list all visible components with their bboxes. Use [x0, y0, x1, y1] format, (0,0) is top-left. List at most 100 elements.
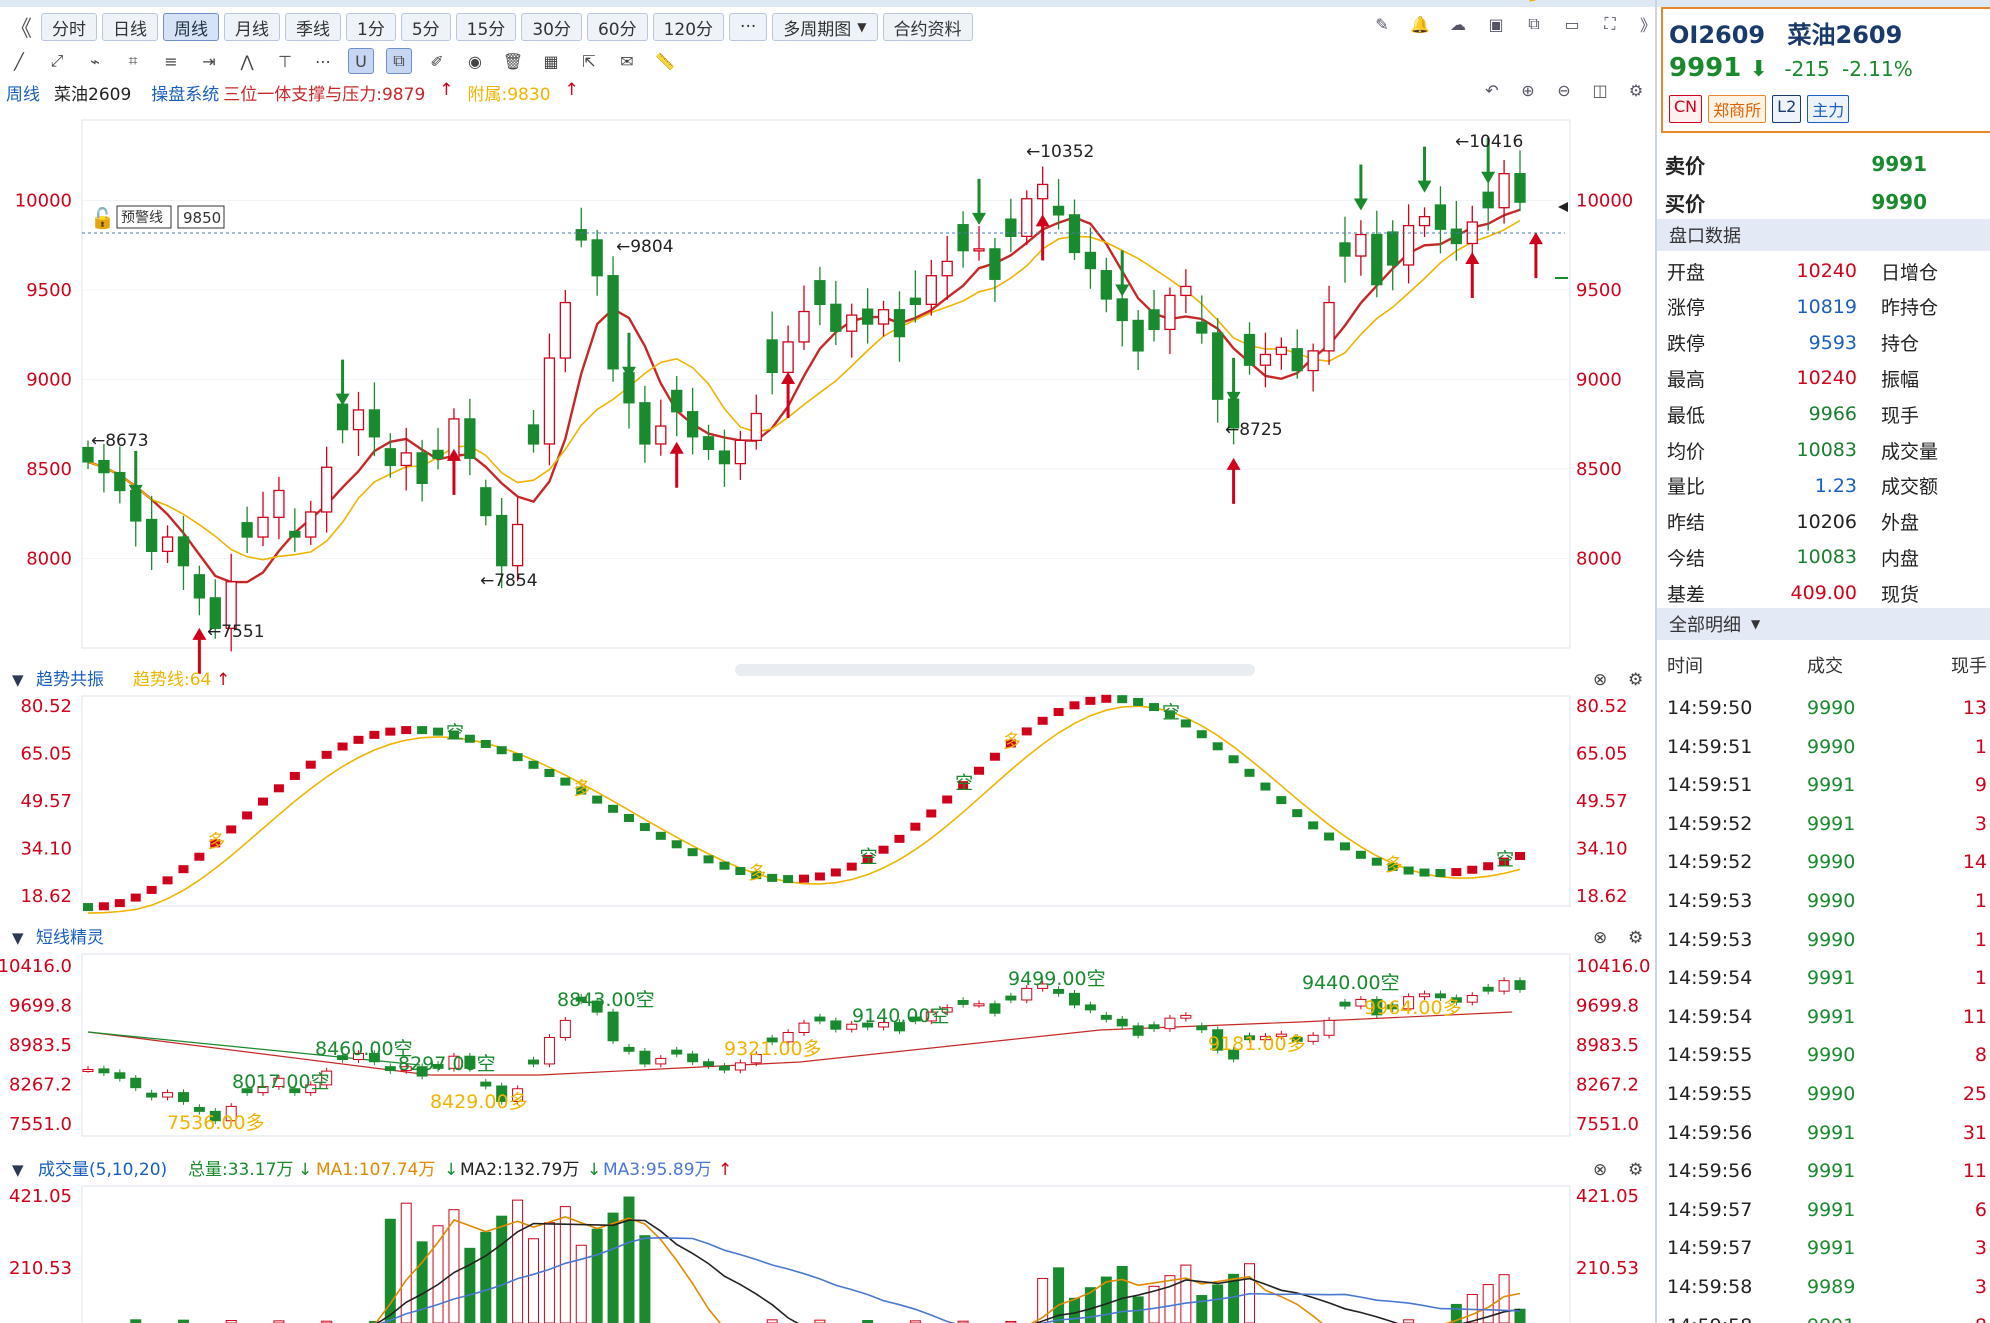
market-label: 跌停: [1667, 333, 1706, 356]
sell-signal-head: [972, 212, 987, 225]
volume-panel-header: ▼ 成交量(5,10,20) 总量:33.17万 ↓ MA1:107.74万 ↓…: [12, 1160, 1643, 1180]
candle-body: [1196, 321, 1208, 334]
short-label: 7536.00多: [167, 1112, 265, 1134]
trend-block: [910, 822, 921, 831]
collapse-icon[interactable]: ▼: [12, 929, 24, 947]
candle-body: [782, 341, 794, 374]
candle-body: [1068, 214, 1081, 254]
short-bar: [1498, 980, 1510, 992]
short-bar: [1164, 1017, 1176, 1030]
trend-block: [1021, 727, 1032, 736]
detail-header[interactable]: 全部明细 ▼: [1657, 608, 1990, 640]
alert-label-group: 🔓 预警线 9850: [90, 205, 225, 230]
trend-block: [1196, 730, 1207, 739]
trend-block: [353, 735, 364, 744]
trend-marker: 空: [1162, 702, 1180, 723]
candle-body: [161, 536, 174, 552]
tick-price: 9990: [1807, 697, 1856, 719]
collapse-icon[interactable]: ▼: [12, 1161, 24, 1179]
tick-price: 9990: [1807, 1083, 1856, 1105]
trend-block: [783, 875, 794, 884]
short-bar: [480, 1081, 492, 1087]
tick-price: 9989: [1807, 1276, 1856, 1298]
market-value: 1.23: [1814, 474, 1857, 497]
tick-row: 14:59:57 9991 3: [1657, 1230, 1990, 1266]
panel-settings-icon[interactable]: ⚙: [1628, 1160, 1643, 1180]
y-tick-right: 421.05: [1576, 1186, 1639, 1207]
tick-time: 14:59:53: [1667, 890, 1753, 912]
tick-row: 14:59:55 9990 25: [1657, 1076, 1990, 1112]
y-tick-left: 210.53: [9, 1258, 72, 1279]
main-chart-frame: [81, 119, 1571, 649]
chart-canvas[interactable]: 🔓 预警线 9850 ←8673 ←7551 ←7854 ←9804 ←1035…: [0, 0, 1652, 1323]
y-tick-left: 65.05: [20, 743, 72, 764]
trend-block: [1435, 869, 1446, 878]
trend-block: [1212, 742, 1223, 751]
lock-icon[interactable]: 🔓: [90, 206, 115, 230]
tick-hand: 14: [1962, 851, 1987, 874]
candle-body: [1037, 183, 1049, 200]
col-time: 时间: [1667, 656, 1703, 677]
short-bar: [1116, 1018, 1128, 1027]
short-bar: [1323, 1019, 1335, 1036]
tick-row: 14:59:52 9990 14: [1657, 844, 1990, 880]
trend-block: [1101, 694, 1112, 703]
trend-panel-frame: [81, 695, 1571, 907]
buy-signal-head: [1035, 214, 1050, 227]
close-panel-icon[interactable]: ⊗: [1593, 670, 1607, 690]
candle-body: [511, 523, 524, 567]
candle-body: [1243, 333, 1256, 366]
trend-block: [655, 831, 666, 840]
tick-time: 14:59:51: [1667, 774, 1753, 797]
market-right-label: 昨持仓: [1881, 297, 1939, 320]
volume-panel-title: 成交量(5,10,20): [38, 1160, 167, 1180]
candle-body: [1387, 231, 1399, 266]
volume-bar: [1164, 1275, 1176, 1323]
buy-signal-head: [1226, 457, 1241, 470]
market-right-label: 振幅: [1881, 368, 1920, 391]
trend-block: [417, 726, 428, 735]
short-label: 8297.00空: [398, 1053, 496, 1075]
candle-body: [1434, 204, 1447, 230]
down-arrow-icon: ↓: [444, 1160, 458, 1180]
trend-block: [735, 867, 746, 876]
tick-price: 9991: [1807, 1198, 1856, 1221]
trend-block: [1308, 821, 1319, 830]
quote-title: OI2609 菜油2609: [1669, 15, 1902, 50]
tick-hand: 11: [1962, 1160, 1987, 1183]
market-right-label: 现手: [1881, 404, 1920, 427]
tick-hand: 3: [1974, 1276, 1987, 1298]
collapse-icon[interactable]: ▼: [12, 671, 24, 689]
tick-row: 14:59:5899918: [1657, 1308, 1990, 1323]
trend-block: [878, 845, 889, 854]
market-label: 开盘: [1667, 261, 1706, 284]
panel-settings-icon[interactable]: ⚙: [1628, 928, 1643, 948]
y-tick-left: 421.05: [9, 1186, 72, 1207]
ma-yellow-line: [87, 219, 1521, 561]
market-label: 均价: [1667, 440, 1706, 463]
annotation-7551: ←7551: [207, 622, 265, 642]
candle-body: [861, 308, 874, 325]
vol-ma2: [376, 1219, 1521, 1323]
close-panel-icon[interactable]: ⊗: [1593, 928, 1607, 948]
y-tick-left: 9500: [26, 280, 72, 301]
trend-block: [1180, 719, 1191, 728]
panel-settings-icon[interactable]: ⚙: [1628, 670, 1643, 690]
volume-bar: [464, 1247, 476, 1323]
short-bar: [655, 1057, 667, 1065]
trend-marker: 空: [446, 723, 464, 744]
volume-bar: [480, 1231, 492, 1323]
candle-body: [1275, 346, 1287, 356]
quote-panel: OI2609 菜油2609 9991 ⬇ -215 -2.11% CN 郑商所 L2…: [1655, 0, 1990, 1323]
market-right-label: 现货: [1881, 583, 1920, 606]
tick-price: 9991: [1807, 1121, 1856, 1144]
candle-body: [1259, 353, 1272, 366]
candle-body: [98, 459, 110, 474]
candle-body: [257, 516, 269, 538]
tick-time: 14:59:52: [1667, 851, 1753, 874]
trend-marker: 多: [1528, 0, 1546, 5]
close-panel-icon[interactable]: ⊗: [1593, 1160, 1607, 1180]
trend-block: [1133, 697, 1144, 706]
tick-row: 14:59:51 9990 1: [1657, 729, 1990, 765]
tick-row: 14:59:54 9991 1: [1657, 960, 1990, 996]
